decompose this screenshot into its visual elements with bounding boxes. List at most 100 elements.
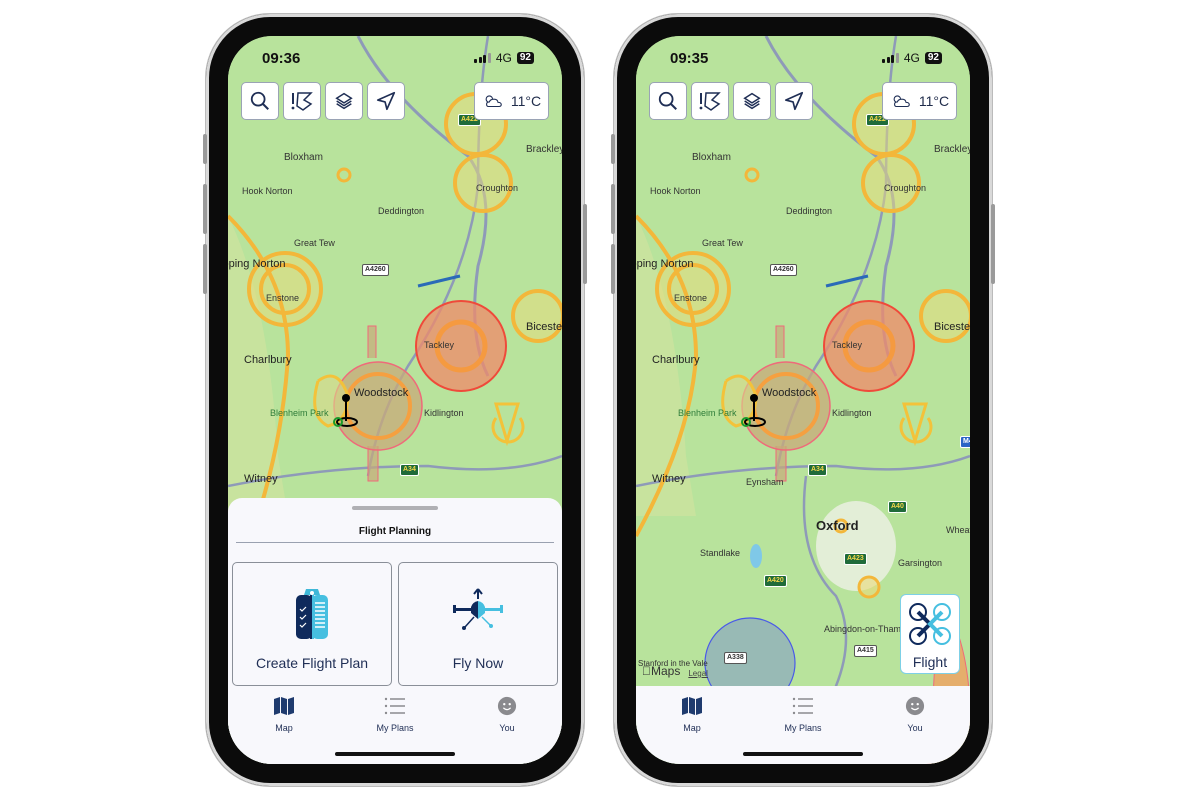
- airspace-alert-button[interactable]: [283, 82, 321, 120]
- tab-my-plans[interactable]: My Plans: [355, 696, 435, 733]
- road-sign: M40: [960, 436, 970, 448]
- locate-me-button[interactable]: [775, 82, 813, 120]
- status-bar: 09:35 4G 92: [636, 36, 970, 76]
- drone-icon: [909, 603, 951, 645]
- tab-map[interactable]: Map: [244, 696, 324, 733]
- search-button[interactable]: [241, 82, 279, 120]
- map-label: Brackley: [526, 144, 562, 155]
- road-sign: A420: [764, 575, 787, 587]
- map-label: Chipping Norton: [228, 258, 286, 270]
- apple-maps-logo: Maps: [642, 664, 680, 678]
- silent-switch: [203, 134, 207, 164]
- map-label: Oxford: [816, 518, 859, 533]
- map-label: Deddington: [786, 206, 833, 216]
- road-sign: A423: [844, 553, 867, 565]
- map-label: Great Tew: [294, 238, 335, 248]
- silent-switch: [611, 134, 615, 164]
- map-label: Garsington: [898, 558, 943, 568]
- map-label: Deddington: [378, 206, 425, 216]
- map-label: Great Tew: [702, 238, 743, 248]
- card-label: Create Flight Plan: [255, 655, 369, 671]
- search-icon: [658, 91, 677, 110]
- road-sign: A415: [854, 645, 877, 657]
- tab-label: You: [907, 723, 923, 733]
- list-icon: [384, 697, 405, 715]
- network-label: 4G: [495, 51, 512, 65]
- signal-icon: [474, 53, 491, 63]
- tab-label: You: [499, 723, 515, 733]
- legal-link[interactable]: Legal: [688, 669, 708, 678]
- map-label: Brackley: [934, 144, 970, 155]
- map-label: Witney: [652, 473, 686, 485]
- road-sign: A40: [888, 501, 907, 513]
- volume-up-button: [203, 184, 207, 234]
- tab-you[interactable]: You: [875, 696, 955, 733]
- map-label: Woodstock: [762, 387, 817, 399]
- partly-cloudy-icon: [893, 95, 910, 108]
- map-label: Croughton: [476, 183, 519, 193]
- volume-down-button: [611, 244, 615, 294]
- tab-map[interactable]: Map: [652, 696, 732, 733]
- phone-frame-left: Bloxham Brackley Hook Norton Croughton D…: [203, 14, 587, 786]
- power-button: [991, 204, 995, 284]
- flight-button[interactable]: Flight: [900, 594, 960, 674]
- map-label: Croughton: [884, 183, 927, 193]
- airspace-alert-button[interactable]: [691, 82, 729, 120]
- tab-my-plans[interactable]: My Plans: [763, 696, 843, 733]
- volume-up-button: [611, 184, 615, 234]
- location-arrow-icon: [376, 91, 396, 111]
- layers-button[interactable]: [325, 82, 363, 120]
- map-label: Enstone: [674, 293, 708, 303]
- location-arrow-icon: [784, 91, 804, 111]
- map-label: Eynsham: [746, 477, 784, 487]
- map-label: Hook Norton: [650, 186, 701, 196]
- maps-attribution: Maps Legal: [642, 664, 708, 678]
- screen: Bloxham Brackley Hook Norton Croughton D…: [636, 36, 970, 764]
- sheet-title: Flight Planning: [358, 526, 432, 537]
- power-button: [583, 204, 587, 284]
- weather-widget[interactable]: 11°C: [474, 82, 549, 120]
- map-label: Kidlington: [424, 408, 464, 418]
- smiley-icon: [905, 696, 925, 716]
- status-bar: 09:36 4G 92: [228, 36, 562, 76]
- airspace-alert-icon: [291, 92, 313, 111]
- map-icon: [274, 697, 294, 715]
- smiley-icon: [497, 696, 517, 716]
- locate-me-button[interactable]: [367, 82, 405, 120]
- layers-icon: [335, 92, 353, 110]
- network-label: 4G: [903, 51, 920, 65]
- search-icon: [250, 91, 269, 110]
- map-toolbar: [241, 82, 405, 120]
- road-sign: A338: [724, 652, 747, 664]
- battery-icon: 92: [924, 52, 942, 64]
- volume-down-button: [203, 244, 207, 294]
- sheet-grabber[interactable]: [352, 506, 438, 510]
- map-label: Charlbury: [652, 354, 700, 366]
- home-indicator[interactable]: [743, 752, 863, 756]
- map-label: Tackley: [424, 340, 455, 350]
- temperature: 11°C: [510, 93, 542, 109]
- map-label: Bicester: [934, 321, 970, 333]
- tab-you[interactable]: You: [467, 696, 547, 733]
- create-flight-plan-button[interactable]: Create Flight Plan: [232, 562, 392, 686]
- map-icon: [682, 697, 702, 715]
- fly-now-button[interactable]: Fly Now: [398, 562, 558, 686]
- home-indicator[interactable]: [335, 752, 455, 756]
- road-sign: A4260: [770, 264, 797, 276]
- map-label: Bloxham: [284, 152, 323, 163]
- map-toolbar: [649, 82, 813, 120]
- weather-widget[interactable]: 11°C: [882, 82, 957, 120]
- signal-icon: [882, 53, 899, 63]
- road-sign: A34: [808, 464, 827, 476]
- map-label: Standlake: [700, 548, 741, 558]
- map-label: Woodstock: [354, 387, 409, 399]
- map-label: Bicester: [526, 321, 562, 333]
- layers-button[interactable]: [733, 82, 771, 120]
- clipboard-checklist-icon: [296, 589, 328, 639]
- map-label: Blenheim Park: [678, 408, 737, 418]
- list-icon: [792, 697, 813, 715]
- road-sign: A4260: [362, 264, 389, 276]
- map-label: Enstone: [266, 293, 300, 303]
- drone-takeoff-icon: [453, 588, 503, 630]
- search-button[interactable]: [649, 82, 687, 120]
